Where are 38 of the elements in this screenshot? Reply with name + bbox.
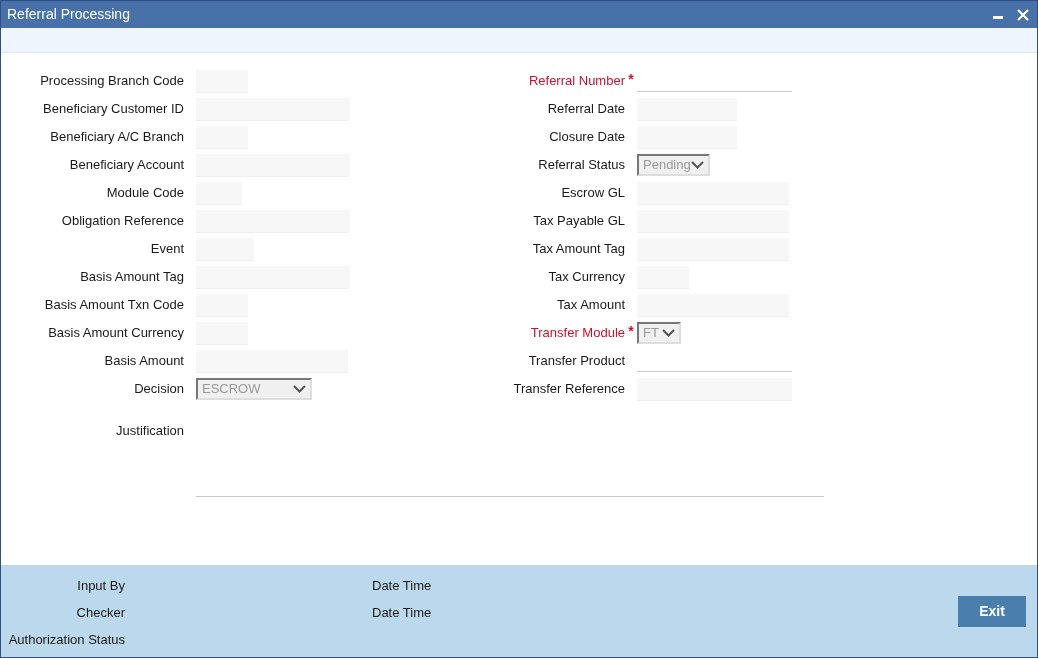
field-label: Tax Amount xyxy=(557,296,625,315)
chevron-down-icon xyxy=(662,329,675,337)
footer-label: Date Time xyxy=(372,576,432,595)
footer-label: Date Time xyxy=(372,603,432,622)
footer-label: Checker xyxy=(76,603,125,622)
field-label: Closure Date xyxy=(549,128,625,147)
close-icon[interactable] xyxy=(1017,8,1029,21)
chevron-down-icon xyxy=(293,385,306,393)
field-label: Beneficiary Account xyxy=(69,156,184,175)
chevron-down-icon xyxy=(691,161,704,169)
required-mark: * xyxy=(628,322,634,341)
field-label: Basis Amount Txn Code xyxy=(44,296,184,315)
field-label: Tax Currency xyxy=(548,268,625,287)
field-label: Beneficiary Customer ID xyxy=(43,100,184,119)
field-label: Referral Number xyxy=(528,72,625,91)
field-label: Tax Payable GL xyxy=(533,212,625,231)
footer-label: Input By xyxy=(77,576,125,595)
field-label: Decision xyxy=(134,380,184,399)
window-title: Referral Processing xyxy=(7,5,130,24)
field-label: Transfer Reference xyxy=(513,380,625,399)
field-label: Obligation Reference xyxy=(61,212,184,231)
field-label: Transfer Product xyxy=(528,352,625,371)
field-label: Referral Date xyxy=(547,100,625,119)
field-label: Transfer Module xyxy=(530,324,625,343)
field-label: Basis Amount Currency xyxy=(48,324,184,343)
required-mark: * xyxy=(628,70,634,89)
field-label: Escrow GL xyxy=(561,184,625,203)
field-label: Module Code xyxy=(106,184,184,203)
field-label: Basis Amount Tag xyxy=(80,268,184,287)
field-label: Referral Status xyxy=(538,156,625,175)
field-label: Basis Amount xyxy=(104,352,184,371)
exit-button[interactable]: Exit xyxy=(958,596,1026,627)
field-label: Beneficiary A/C Branch xyxy=(50,128,184,147)
field-label: Event xyxy=(150,240,184,259)
field-label: Processing Branch Code xyxy=(40,72,184,91)
footer-label: Authorization Status xyxy=(8,630,125,649)
field-label: Tax Amount Tag xyxy=(532,240,625,259)
field-label: Justification xyxy=(116,422,184,440)
